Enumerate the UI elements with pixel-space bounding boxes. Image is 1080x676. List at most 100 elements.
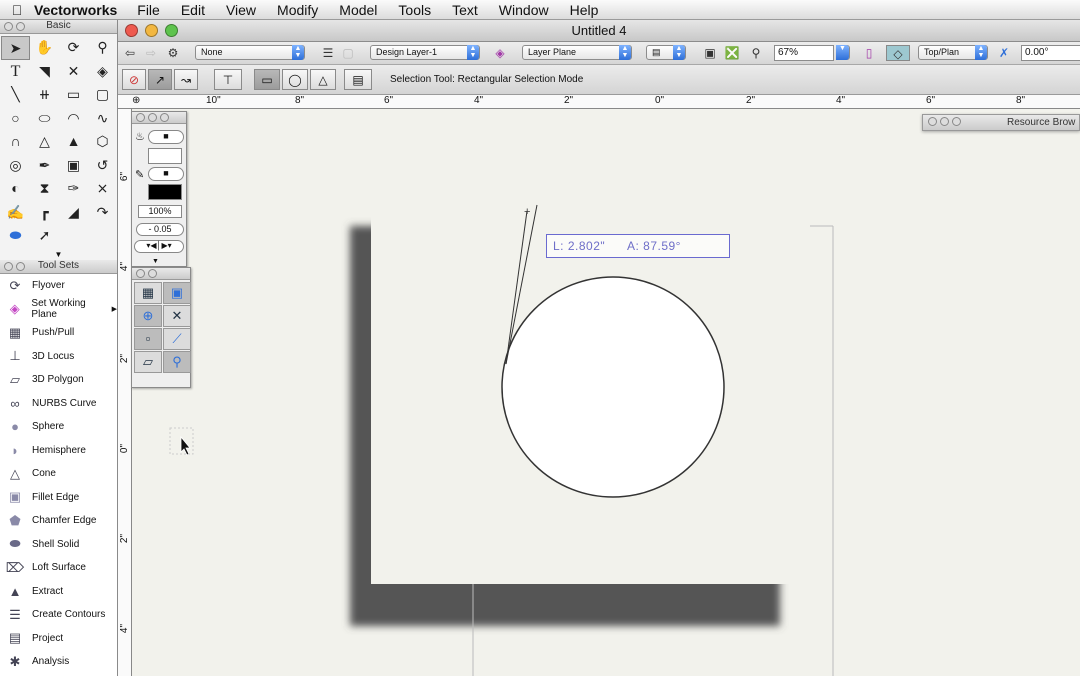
- toolset-item-analysis[interactable]: ✱ Analysis: [0, 650, 117, 674]
- toolset-item-nurbs-curve[interactable]: ∞ NURBS Curve: [0, 392, 117, 416]
- horizontal-ruler[interactable]: ⊕ 10" 8" 6" 4" 2" 0" 2" 4" 6" 8": [118, 95, 1080, 109]
- projection-icon[interactable]: ▯: [861, 45, 877, 61]
- rotate-plan-icon[interactable]: ✗: [996, 45, 1012, 61]
- toolset-item-chamfer-edge[interactable]: ⬟ Chamfer Edge: [0, 509, 117, 533]
- zoom-dropdown[interactable]: ▼: [836, 45, 850, 60]
- transform-mode-icon[interactable]: ⊤: [214, 69, 242, 90]
- polygon-marquee-icon[interactable]: △: [310, 69, 336, 90]
- toolset-item-project[interactable]: ▤ Project: [0, 627, 117, 651]
- toolset-item-push-pull[interactable]: ▦ Push/Pull: [0, 321, 117, 345]
- menu-tools[interactable]: Tools: [398, 2, 431, 18]
- toolset-item-hemisphere[interactable]: ◗ Hemisphere: [0, 439, 117, 463]
- fill-style-select[interactable]: ■: [148, 130, 184, 144]
- toolset-item-extract[interactable]: ▲ Extract: [0, 580, 117, 604]
- split-tool-icon[interactable]: ✑: [59, 177, 88, 201]
- trim-tool-icon[interactable]: ⨯: [88, 177, 117, 201]
- mirror-tool-icon[interactable]: ⧗: [30, 177, 59, 201]
- lasso-selection-mode-icon[interactable]: ↝: [174, 69, 198, 90]
- layer-options-icon[interactable]: ▢: [340, 45, 356, 61]
- palette-window-buttons[interactable]: [4, 262, 28, 274]
- view-select[interactable]: Top/Plan ▲ ▼: [918, 45, 988, 60]
- toolset-item-create-contours[interactable]: ☰ Create Contours: [0, 603, 117, 627]
- snap-to-angle-icon[interactable]: ⊕: [134, 305, 162, 327]
- app-menu[interactable]: Vectorworks: [34, 2, 117, 18]
- rectangle-marquee-icon[interactable]: ▭: [254, 69, 280, 90]
- menu-view[interactable]: View: [226, 2, 256, 18]
- toolset-item-sphere[interactable]: ● Sphere: [0, 415, 117, 439]
- menu-modify[interactable]: Modify: [277, 2, 318, 18]
- basic-palette-titlebar[interactable]: Basic: [0, 20, 117, 34]
- vertical-ruler[interactable]: 6" 4" 2" 0" 2" 4": [118, 109, 132, 676]
- layer-visibility-icon[interactable]: ◈: [492, 45, 508, 61]
- menu-file[interactable]: File: [137, 2, 160, 18]
- palette-window-buttons[interactable]: [136, 269, 160, 281]
- class-visibility-icon[interactable]: ⚙: [165, 45, 181, 61]
- double-polygon-tool-icon[interactable]: ▲: [59, 130, 88, 154]
- chamfer-tool-icon[interactable]: ◢: [59, 201, 88, 225]
- eyedropper-tool-icon[interactable]: ✒: [30, 154, 59, 178]
- toolset-item-set-working-plane[interactable]: ◈ Set Working Plane ▶: [0, 298, 117, 322]
- opacity-field[interactable]: 100%: [138, 205, 182, 218]
- snap-to-object-icon[interactable]: ▣: [163, 282, 191, 304]
- palette-window-buttons[interactable]: [928, 117, 964, 129]
- menu-help[interactable]: Help: [570, 2, 599, 18]
- regular-polygon-tool-icon[interactable]: ⬡: [88, 130, 117, 154]
- lasso-marquee-icon[interactable]: ◯: [282, 69, 308, 90]
- clip-tool-icon[interactable]: ↷: [88, 201, 117, 225]
- arrowheads-select[interactable]: ▾◀│▶▾: [134, 240, 184, 253]
- pen-style-select[interactable]: ■: [148, 167, 184, 181]
- rotation-field[interactable]: 0.00°: [1021, 45, 1080, 61]
- palette-expand-icon[interactable]: ▼: [0, 250, 117, 259]
- rectangle-selection-mode-icon[interactable]: ↗: [148, 69, 172, 90]
- plane-select[interactable]: Layer Plane ▲ ▼: [522, 45, 632, 60]
- zoom-field[interactable]: 67%: [774, 45, 834, 61]
- tool-preferences-icon[interactable]: ▤: [344, 69, 372, 90]
- menu-model[interactable]: Model: [339, 2, 377, 18]
- toolset-item-3d-polygon[interactable]: ▱ 3D Polygon: [0, 368, 117, 392]
- double-line-tool-icon[interactable]: ⧺: [30, 83, 59, 107]
- tool-sets-titlebar[interactable]: Tool Sets: [0, 260, 117, 274]
- freehand-tool-icon[interactable]: ∿: [88, 107, 117, 131]
- attribute-mapping-tool-icon[interactable]: ◈: [88, 60, 117, 84]
- ruler-corner-icon[interactable]: ⊕: [132, 95, 140, 106]
- zoom-objects-icon[interactable]: ❎: [724, 45, 740, 61]
- fillet-tool-icon[interactable]: ┏: [30, 201, 59, 225]
- smart-edge-icon[interactable]: ▱: [134, 351, 162, 373]
- dimension-tool-icon[interactable]: ➚: [30, 224, 59, 248]
- attributes-titlebar[interactable]: [132, 112, 186, 124]
- line-weight-select[interactable]: - 0.05: [136, 223, 184, 236]
- circle-object[interactable]: [501, 276, 725, 498]
- polygon-tool-icon[interactable]: △: [30, 130, 59, 154]
- class-select[interactable]: None ▲ ▼: [195, 45, 305, 60]
- forward-arrow-icon[interactable]: ⇨: [143, 45, 159, 61]
- toolset-item-flyover[interactable]: ⟳ Flyover: [0, 274, 117, 298]
- zoom-fit-icon[interactable]: ▣: [702, 45, 718, 61]
- drawing-canvas[interactable]: +: [133, 110, 1080, 676]
- smart-points-icon[interactable]: ▫: [134, 328, 162, 350]
- arc-tool-icon[interactable]: ◠: [59, 107, 88, 131]
- pen-color-swatch[interactable]: [148, 184, 182, 200]
- offset-tool-icon[interactable]: ◐: [1, 177, 30, 201]
- disable-selection-mode-icon[interactable]: ⊘: [122, 69, 146, 90]
- apple-icon[interactable]: : [0, 2, 34, 18]
- back-arrow-icon[interactable]: ⇦: [122, 45, 138, 61]
- palette-expand-icon[interactable]: ▼: [152, 258, 159, 265]
- toolset-item-3d-locus[interactable]: ⊥ 3D Locus: [0, 345, 117, 369]
- rotate-tool-icon[interactable]: ↺: [88, 154, 117, 178]
- layer-select[interactable]: Design Layer-1 ▲ ▼: [370, 45, 480, 60]
- text-tool-icon[interactable]: T: [1, 60, 30, 84]
- layers-icon[interactable]: ☰: [320, 45, 336, 61]
- connect-combine-tool-icon[interactable]: ✍: [1, 201, 30, 225]
- snap-to-tangent-icon[interactable]: ⚲: [163, 351, 191, 373]
- zoom-tool-icon[interactable]: ⚲: [88, 36, 117, 60]
- line-tool-icon[interactable]: ╲: [1, 83, 30, 107]
- callout-tool-icon[interactable]: ◥: [30, 60, 59, 84]
- menu-text[interactable]: Text: [452, 2, 478, 18]
- palette-window-buttons[interactable]: [136, 113, 172, 125]
- oval-tool-icon[interactable]: ⬭: [30, 107, 59, 131]
- zoom-magnifier-icon[interactable]: ⚲: [748, 45, 764, 61]
- circle-tool-icon[interactable]: ○: [1, 107, 30, 131]
- rounded-rectangle-tool-icon[interactable]: ▢: [88, 83, 117, 107]
- menu-edit[interactable]: Edit: [181, 2, 205, 18]
- snap-to-distance-icon[interactable]: ⟋: [163, 328, 191, 350]
